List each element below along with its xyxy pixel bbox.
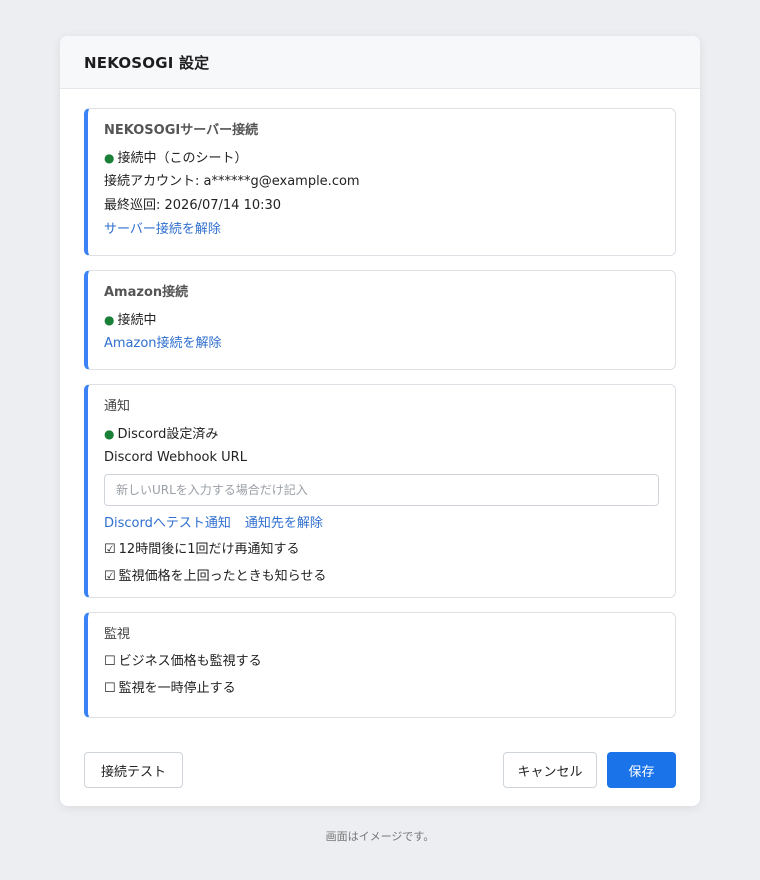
server-section-title: NEKOSOGIサーバー接続	[104, 123, 259, 138]
status-dot-icon: ●	[104, 151, 115, 165]
webhook-url-input[interactable]	[104, 474, 659, 506]
notification-section: 通知 ●Discord設定済み Discord Webhook URL Disc…	[84, 384, 676, 598]
server-account: 接続アカウント: a******g@example.com	[104, 174, 360, 189]
webhook-label: Discord Webhook URL	[104, 450, 247, 465]
renotify-checkbox[interactable]: ☑ 12時間後に1回だけ再通知する	[104, 536, 659, 563]
dialog-header: NEKOSOGI 設定	[60, 36, 700, 89]
amazon-section-title: Amazon接続	[104, 285, 189, 300]
pause-monitoring-checkbox[interactable]: ☐ 監視を一時停止する	[104, 675, 659, 702]
status-dot-icon: ●	[104, 427, 115, 441]
monitoring-section: 監視 ☐ ビジネス価格も監視する ☐ 監視を一時停止する	[84, 612, 676, 718]
server-status: ● 接続中（このシート）	[104, 146, 659, 170]
amazon-status: ● 接続中	[104, 308, 659, 332]
business-price-label: ビジネス価格も監視する	[118, 654, 262, 669]
notification-remove-link[interactable]: 通知先を解除	[245, 516, 323, 531]
server-last-patrol: 最終巡回: 2026/07/14 10:30	[104, 198, 282, 213]
notification-section-title: 通知	[104, 399, 131, 414]
status-dot-icon: ●	[104, 313, 115, 327]
connection-test-button[interactable]: 接続テスト	[84, 752, 183, 788]
checked-checkbox-icon: ☑	[104, 542, 116, 557]
notification-links: Discordへテスト通知 通知先を解除	[104, 512, 659, 536]
business-price-checkbox[interactable]: ☐ ビジネス価格も監視する	[104, 648, 659, 675]
amazon-connection-section: Amazon接続 ● 接続中 Amazon接続を解除	[84, 270, 676, 370]
above-price-label: 監視価格を上回ったときも知らせる	[118, 569, 327, 584]
save-button[interactable]: 保存	[607, 752, 676, 788]
unchecked-checkbox-icon: ☐	[104, 654, 116, 669]
pause-monitoring-label: 監視を一時停止する	[118, 681, 236, 696]
monitoring-section-title: 監視	[104, 627, 131, 642]
server-connection-section: NEKOSOGIサーバー接続 ● 接続中（このシート） 接続アカウント: a***…	[84, 108, 676, 256]
discord-test-link[interactable]: Discordへテスト通知	[104, 516, 231, 531]
renotify-label: 12時間後に1回だけ再通知する	[118, 542, 300, 557]
above-price-checkbox[interactable]: ☑ 監視価格を上回ったときも知らせる	[104, 563, 659, 590]
settings-dialog: NEKOSOGI 設定 NEKOSOGIサーバー接続 ● 接続中（このシート） 接…	[60, 36, 700, 806]
unchecked-checkbox-icon: ☐	[104, 681, 116, 696]
checked-checkbox-icon: ☑	[104, 569, 116, 584]
server-disconnect-link[interactable]: サーバー接続を解除	[104, 222, 221, 237]
notification-status: ● Discord設定済み	[104, 422, 659, 446]
dialog-title: NEKOSOGI 設定	[84, 53, 210, 72]
cancel-button[interactable]: キャンセル	[503, 752, 597, 788]
image-caption: 画面はイメージです。	[325, 830, 435, 843]
server-status-text: 接続中（このシート）	[117, 151, 248, 166]
notification-status-text: Discord設定済み	[117, 427, 219, 442]
amazon-disconnect-link[interactable]: Amazon接続を解除	[104, 336, 222, 351]
amazon-status-text: 接続中	[117, 313, 157, 328]
